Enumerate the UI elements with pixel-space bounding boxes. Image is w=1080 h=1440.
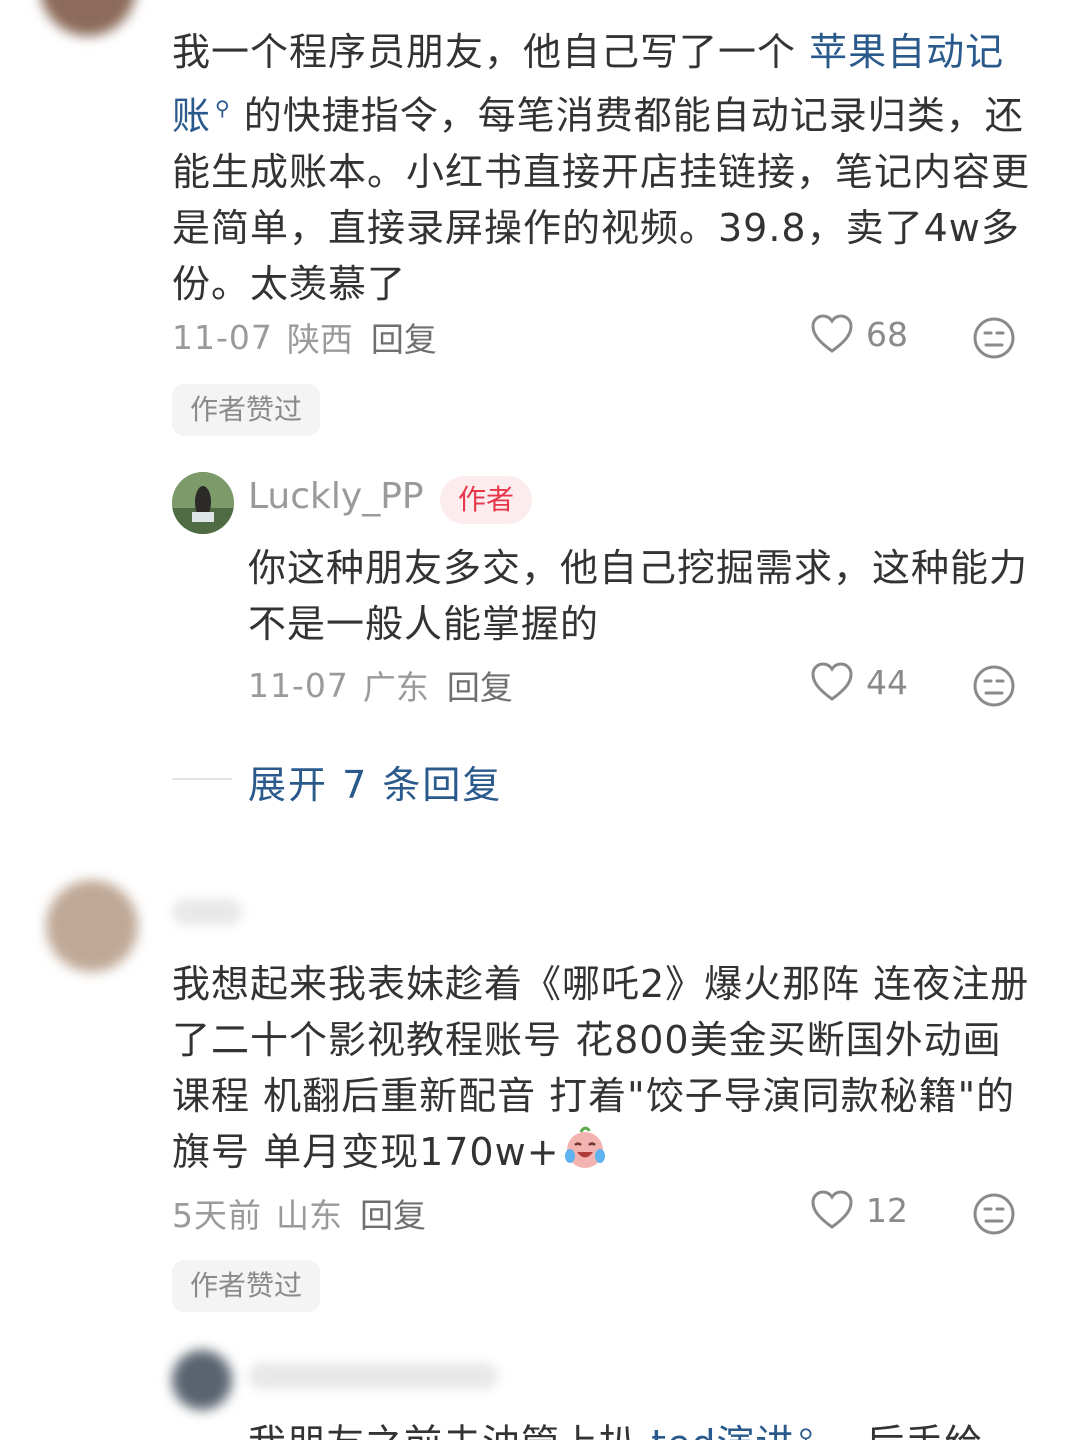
username[interactable]: Luckly_PP [248,476,424,517]
heart-icon [811,314,853,353]
author-liked-badge: 作者赞过 [172,1260,321,1312]
like-count: 44 [866,662,908,702]
username[interactable] [248,1362,498,1390]
comment-date: 11-07 [172,317,273,357]
heart-icon [811,1190,853,1229]
avatar[interactable] [172,472,234,534]
avatar[interactable] [46,880,138,972]
author-badge: 作者 [440,476,533,524]
avatar[interactable] [40,0,136,36]
comment-text: 我一个程序员朋友，他自己写了一个 苹果自动记账 ⚲ 的快捷指令，每笔消费都能自动记… [172,30,1031,306]
like-button[interactable]: 44 [810,662,908,702]
divider [172,778,232,780]
comment-text: 我想起来我表妹趁着《哪吒2》爆火那阵 连夜注册了二十个影视教程账号 花800美金… [172,962,1030,1174]
author-liked-badge: 作者赞过 [172,384,321,436]
reply-text: 我朋友之前去油管上扒 ted演讲⚲ ，后手给 [248,1408,1048,1440]
comment-date: 5天前 [172,1196,262,1235]
like-count: 12 [866,1190,908,1230]
comment-location: 山东 [276,1196,342,1235]
search-icon: ⚲ [215,96,231,120]
like-count: 68 [866,314,908,354]
reply-meta: 11-07 广东 回复 [248,660,513,710]
dislike-face-icon[interactable] [972,316,1016,360]
like-button[interactable]: 12 [810,1190,908,1230]
reply-button[interactable]: 回复 [447,661,513,709]
crying-laughing-emoji [564,1126,605,1168]
reply-button[interactable]: 回复 [360,1189,426,1237]
reply-location: 广东 [362,668,429,707]
comment-meta: 5天前 山东 回复 [172,1188,426,1238]
comment-meta: 11-07 陕西 回复 [172,312,437,362]
comment-location: 陕西 [286,320,353,359]
dislike-face-icon[interactable] [972,664,1016,708]
heart-icon [811,662,853,701]
reply-text: 你这种朋友多交，他自己挖掘需求，这种能力不是一般人能掌握的 [248,546,1029,646]
search-link[interactable]: ted演讲⚲ [651,1422,814,1440]
reply-button[interactable]: 回复 [371,313,437,361]
dislike-face-icon[interactable] [972,1192,1016,1236]
avatar[interactable] [172,1350,232,1410]
reply-date: 11-07 [248,665,349,705]
username[interactable] [172,898,242,926]
search-icon: ⚲ [798,1424,815,1440]
expand-replies-button[interactable]: 展开 7 条回复 [248,754,502,809]
like-button[interactable]: 68 [810,314,908,354]
